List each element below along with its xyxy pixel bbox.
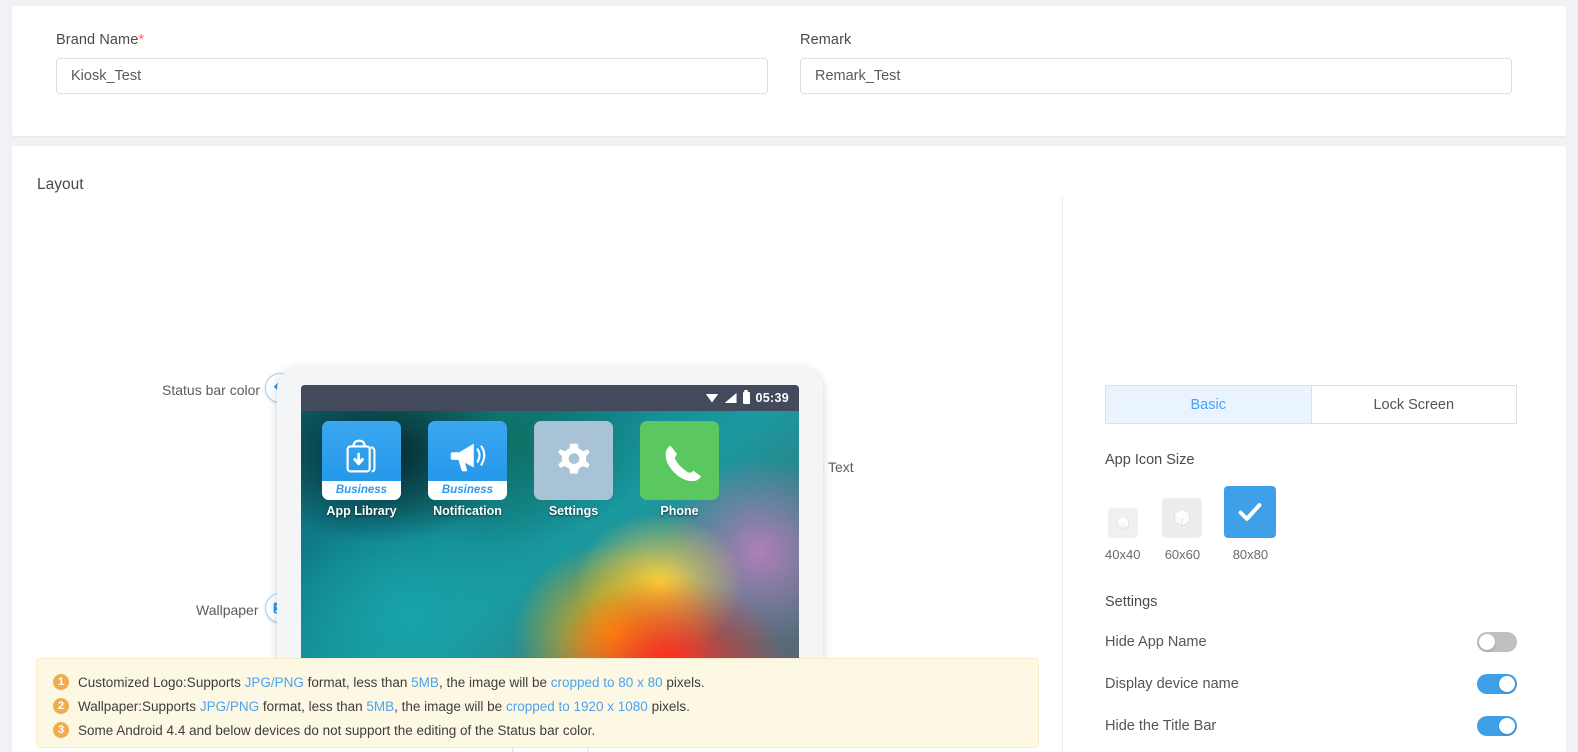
size-caption: 40x40 [1105,547,1141,562]
wallpaper-label: Wallpaper [196,602,259,618]
app-icon-size-options: 40x40 60x60 80x80 [1105,486,1517,562]
app-item-settings[interactable]: Settings [534,421,613,518]
app-tile [534,421,613,500]
note-text: Some Android 4.4 and below devices do no… [78,722,596,738]
check-icon [1239,503,1262,521]
panel-divider [1062,196,1063,752]
required-asterisk: * [138,32,145,48]
gear-icon [557,443,590,473]
page-title: Layout [37,176,84,193]
tab-lock-screen[interactable]: Lock Screen [1310,385,1517,424]
app-label: App Library [326,504,397,518]
device-status-bar[interactable]: 05:39 [301,385,799,411]
app-item-app-library[interactable]: Business App Library [322,421,401,518]
note-text: Wallpaper:Supports JPG/PNG format, less … [78,698,690,714]
size-option-80[interactable]: 80x80 [1224,486,1277,562]
phone-handset-icon [665,445,701,481]
cube-icon [1117,516,1129,530]
app-item-phone[interactable]: Phone [640,421,719,518]
setting-row-hide-title-bar: Hide the Title Bar [1105,716,1517,736]
remark-input[interactable] [800,58,1512,94]
toggle-knob [1499,718,1515,734]
note-number: 1 [53,674,69,690]
brand-name-input[interactable] [56,58,768,94]
note-number: 3 [53,722,69,738]
app-item-notification[interactable]: Business Notification [428,421,507,518]
setting-row-hide-app-name: Hide App Name [1105,632,1517,652]
kiosk-branding-page: Brand Name* Remark Layout Status bar col… [0,0,1578,752]
toggle-knob [1479,634,1495,650]
cube-icon [1174,509,1191,527]
size-caption: 80x80 [1232,547,1269,562]
app-label: Notification [433,504,502,518]
app-grid: Business App Library Business Notificati… [322,421,719,518]
text-label: Text [828,459,854,475]
shopping-bag-download-icon [346,439,375,472]
settings-panel: Basic Lock Screen App Icon Size 40x40 60… [1105,385,1517,736]
remark-label: Remark [800,32,852,48]
note-text: Customized Logo:Supports JPG/PNG format,… [78,674,705,690]
status-bar-time: 05:39 [755,391,789,405]
status-bar-color-label: Status bar color [162,382,261,398]
note-item: 3 Some Android 4.4 and below devices do … [53,718,1022,742]
signal-icon [724,393,737,403]
remark-field-group: Remark [800,32,1512,94]
app-icon-size-label: App Icon Size [1105,452,1195,468]
megaphone-icon [450,443,485,471]
notes-panel: 1 Customized Logo:Supports JPG/PNG forma… [36,658,1039,748]
brand-name-label-text: Brand Name [56,32,139,48]
size-option-40[interactable]: 40x40 [1105,508,1140,562]
note-number: 2 [53,698,69,714]
setting-label: Hide App Name [1105,634,1207,650]
setting-label: Display device name [1105,676,1239,692]
app-badge: Business [322,481,401,500]
layout-card: Layout Status bar color Wallpaper Logo [12,146,1566,752]
app-tile: Business [428,421,507,500]
size-swatch [1107,508,1138,538]
size-swatch [1162,498,1203,538]
wifi-icon [705,393,719,403]
size-option-60[interactable]: 60x60 [1162,498,1203,562]
brand-name-field-group: Brand Name* [56,32,768,94]
tab-basic[interactable]: Basic [1105,385,1311,424]
battery-icon [742,390,750,404]
app-label: Settings [548,504,599,518]
panel-tabs: Basic Lock Screen [1105,385,1517,424]
settings-section-label: Settings [1105,594,1158,610]
note-item: 1 Customized Logo:Supports JPG/PNG forma… [53,670,1022,694]
brand-remark-card: Brand Name* Remark [12,6,1566,136]
toggle-hide-app-name[interactable] [1477,632,1517,652]
toggle-knob [1499,676,1515,692]
note-item: 2 Wallpaper:Supports JPG/PNG format, les… [53,694,1022,718]
setting-label: Hide the Title Bar [1105,718,1217,734]
app-tile [640,421,719,500]
size-caption: 60x60 [1164,547,1201,562]
brand-name-label: Brand Name* [56,32,768,48]
app-badge: Business [428,481,507,500]
setting-row-display-device-name: Display device name [1105,674,1517,694]
toggle-hide-title-bar[interactable] [1477,716,1517,736]
app-tile: Business [322,421,401,500]
app-label: Phone [660,504,699,518]
size-swatch-selected [1224,486,1277,538]
toggle-display-device-name[interactable] [1477,674,1517,694]
